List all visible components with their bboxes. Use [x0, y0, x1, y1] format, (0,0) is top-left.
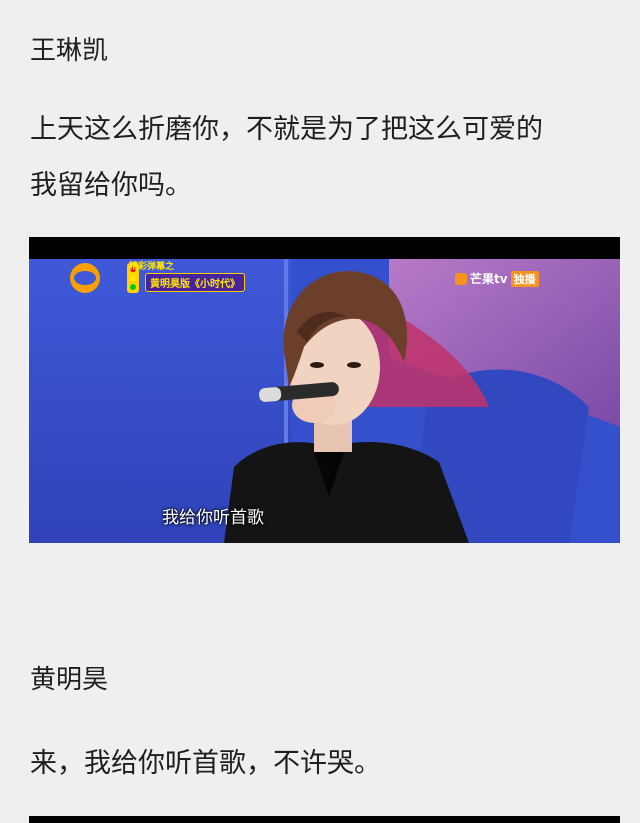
mango-tv-watermark: 芒果tv 独播	[455, 270, 539, 287]
post-author-2: 黄明昊	[30, 665, 109, 695]
quote-line-1: 上天这么折磨你，不就是为了把这么可爱的	[30, 114, 543, 145]
video-subtitle: 我给你听首歌	[162, 508, 264, 528]
program-title: 黄明昊版《小时代》	[145, 273, 245, 292]
quote-line-2: 我留给你吗。	[30, 170, 192, 201]
post-quote-1: 上天这么折磨你，不就是为了把这么可爱的 我留给你吗。	[30, 102, 620, 214]
post-author-1: 王琳凯	[30, 36, 109, 66]
brand-tag: 独播	[510, 270, 539, 287]
video-screenshot[interactable]: 精彩弹幕之 黄明昊版《小时代》 芒果tv 独播 我给你听首歌	[29, 237, 620, 543]
program-tag: 精彩弹幕之	[129, 262, 175, 272]
next-image-edge	[29, 816, 620, 823]
brand-name: 芒果tv	[470, 272, 508, 286]
mango-logo-icon	[455, 272, 467, 285]
post-quote-2: 来，我给你听首歌，不许哭。	[30, 748, 381, 779]
